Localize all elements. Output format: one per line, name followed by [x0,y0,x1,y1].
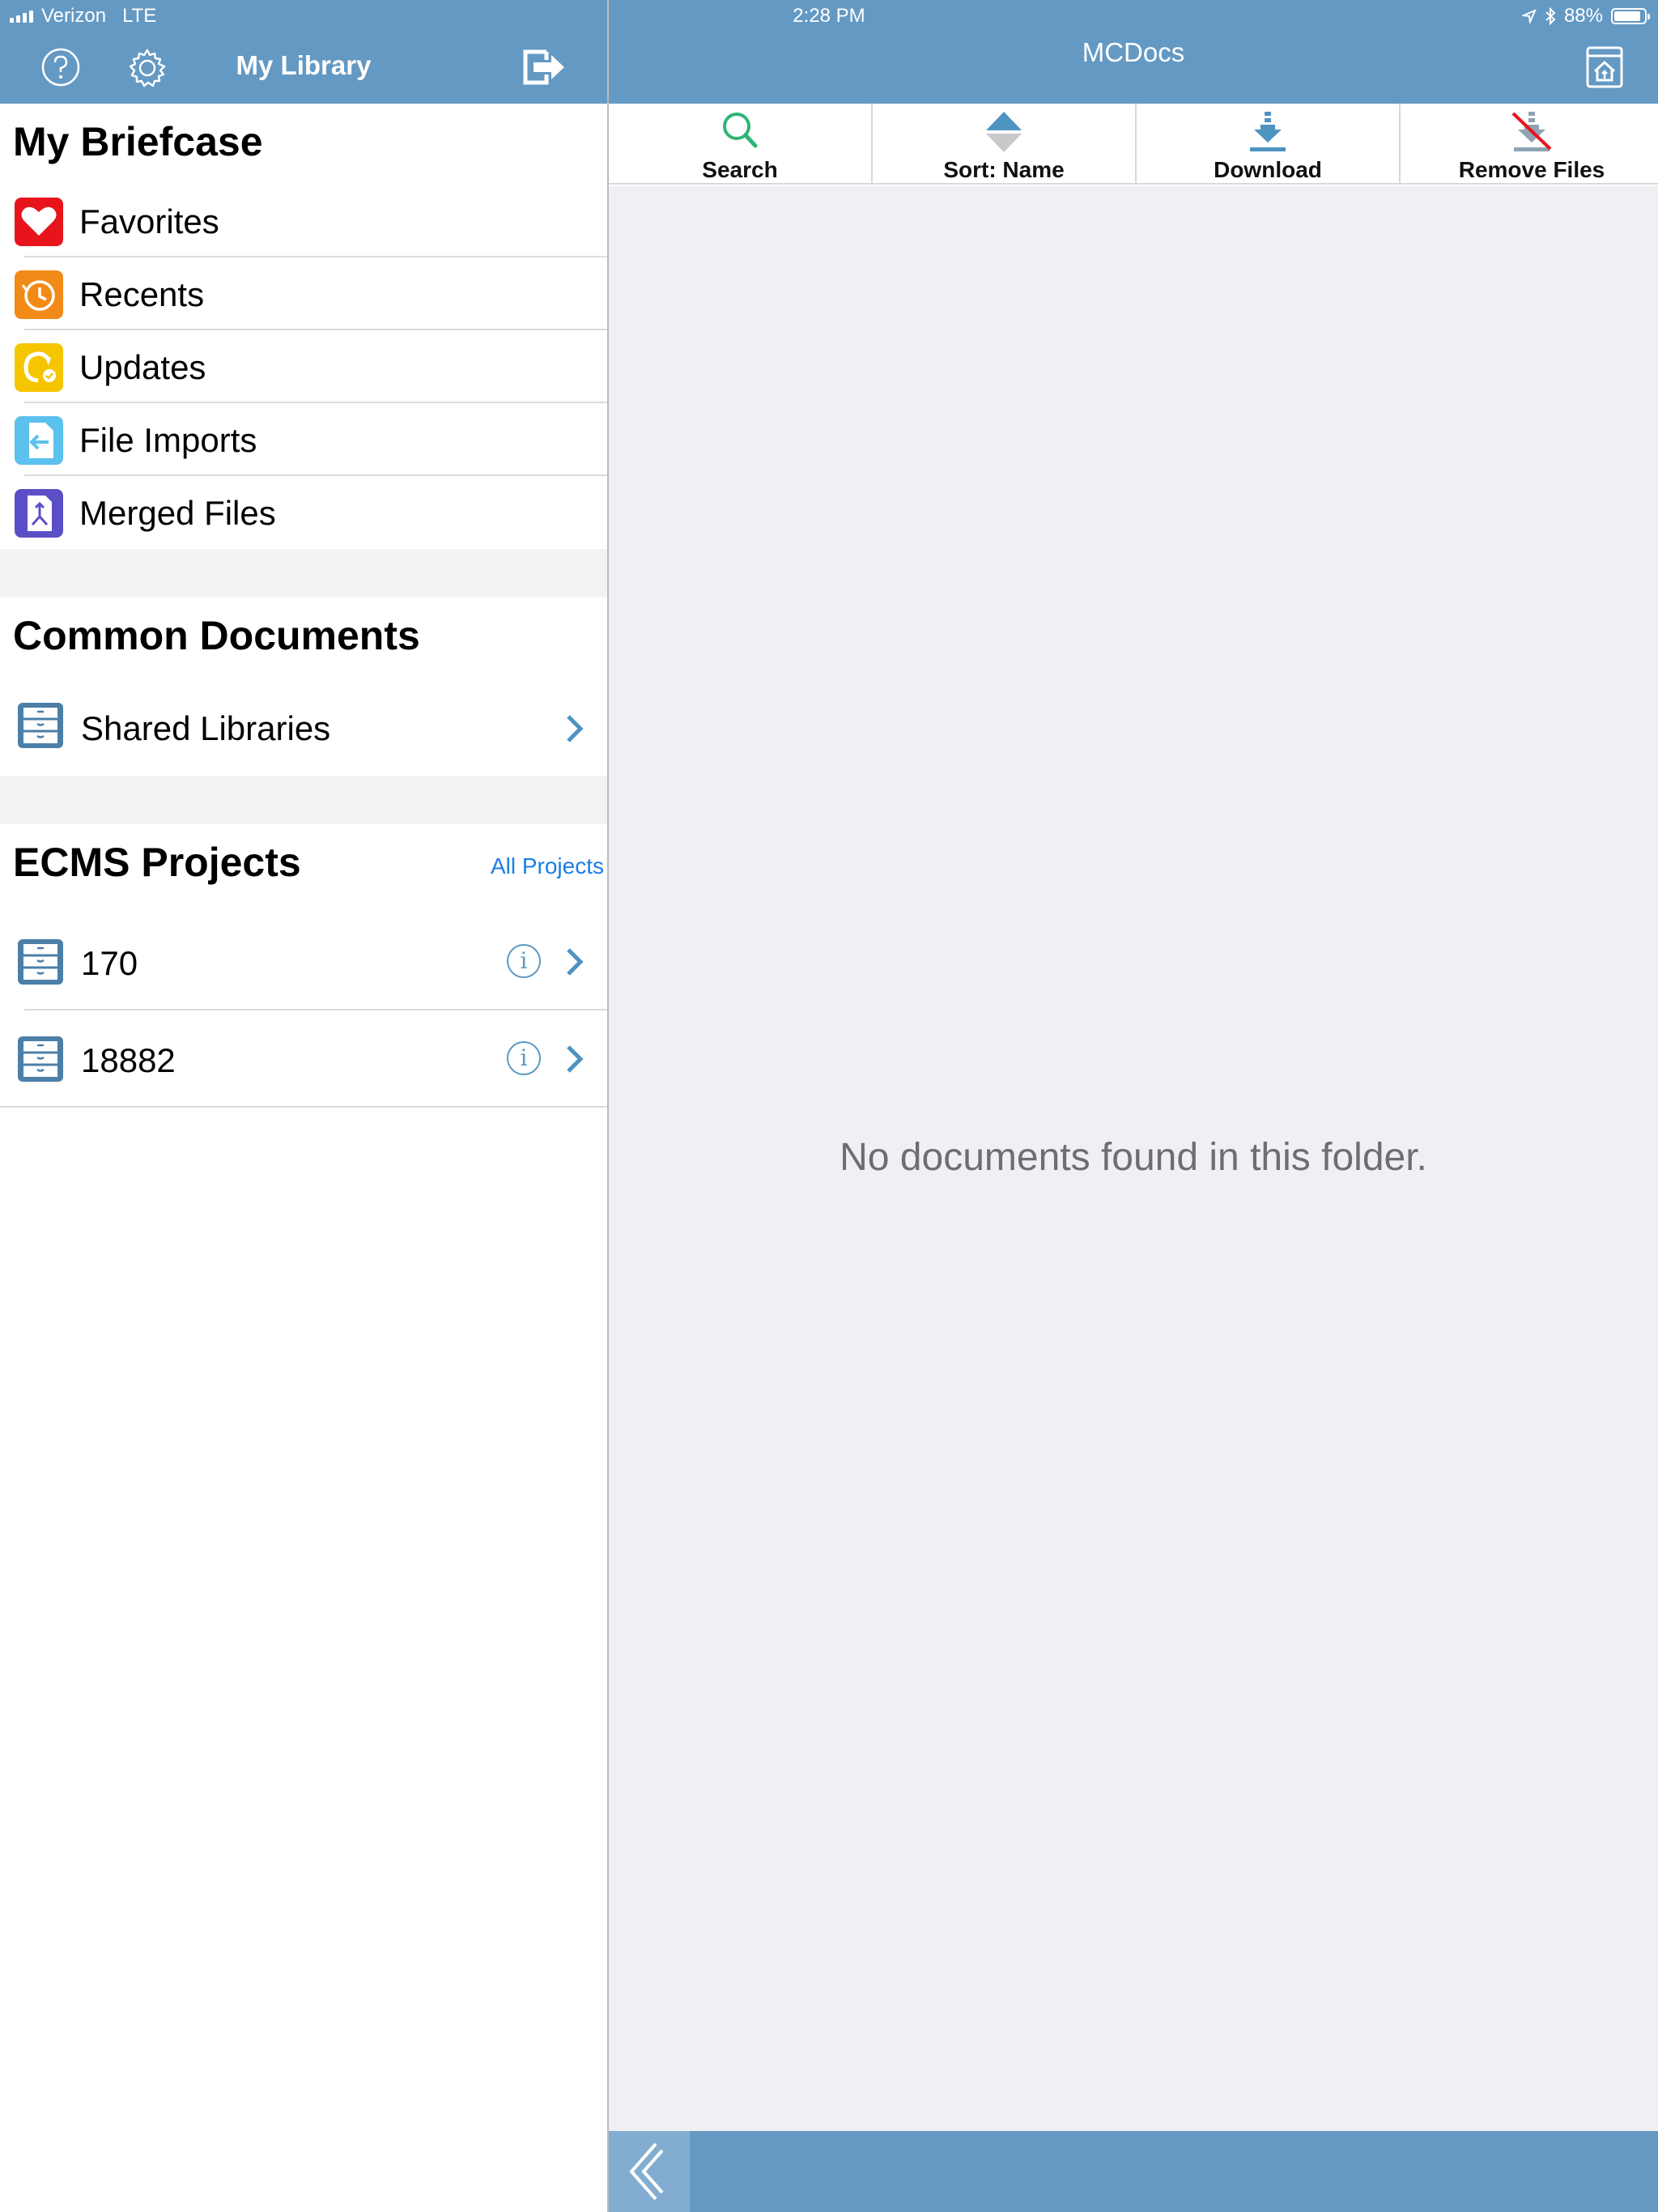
remove-files-button[interactable]: Remove Files [1401,104,1658,185]
search-button[interactable]: Search [609,104,871,185]
project-row[interactable]: 18882 i [0,1010,607,1108]
refresh-icon [15,343,63,392]
briefcase-item-file-imports[interactable]: File Imports [0,403,607,476]
battery-percent: 88% [1563,5,1603,27]
cabinet-icon [18,703,63,748]
briefcase-item-label: Updates [79,348,206,386]
info-icon[interactable]: i [507,944,541,978]
cabinet-icon [18,939,63,985]
clock: 2:28 PM [793,5,865,27]
status-bar: Verizon LTE 2:28 PM 88% [0,0,1658,32]
chevron-left-icon [629,2142,664,2201]
sort-label: Sort: Name [943,157,1065,182]
project-label: 18882 [81,1041,176,1079]
section-spacer [0,776,607,824]
settings-icon[interactable] [126,47,168,89]
merge-icon [15,489,63,538]
remove-download-icon [1511,112,1552,151]
heart-icon [15,198,63,246]
right-nav-title: MCDocs [1082,37,1185,67]
cabinet-icon [18,1036,63,1082]
download-icon [1250,112,1286,151]
projects-title: ECMS Projects [13,840,301,885]
clock-icon [15,270,63,319]
left-nav-title: My Library [236,50,372,80]
search-icon [723,113,758,148]
logout-icon[interactable] [522,49,566,86]
battery-icon [1611,8,1650,24]
back-button[interactable] [609,2131,690,2212]
all-projects-link[interactable]: All Projects [491,853,604,879]
document-list-area: No documents found in this folder. [609,186,1658,2131]
briefcase-title: My Briefcase [13,119,263,164]
briefcase-item-label: Favorites [79,202,219,240]
briefcase-item-recents[interactable]: Recents [0,257,607,330]
chevron-right-icon[interactable] [565,714,585,743]
common-documents-title: Common Documents [13,613,420,658]
download-button[interactable]: Download [1137,104,1399,185]
help-icon[interactable] [40,47,81,87]
bottom-bar [609,2131,1658,2212]
info-icon[interactable]: i [507,1041,541,1075]
empty-state-message: No documents found in this folder. [840,1136,1427,1179]
download-label: Download [1214,157,1322,182]
remove-files-label: Remove Files [1458,157,1605,182]
briefcase-item-favorites[interactable]: Favorites [0,185,607,257]
briefcase-item-label: File Imports [79,421,257,459]
import-icon [15,416,63,465]
chevron-right-icon[interactable] [565,1044,585,1074]
top-bar: Verizon LTE 2:28 PM 88% My Library MCDoc… [0,0,1658,104]
briefcase-item-merged-files[interactable]: Merged Files [0,476,607,549]
section-spacer [0,549,607,598]
sort-icon [986,112,1022,152]
search-label: Search [702,157,778,182]
shared-libraries-label: Shared Libraries [81,709,331,747]
briefcase-item-updates[interactable]: Updates [0,330,607,403]
bluetooth-icon [1545,7,1556,25]
project-row[interactable]: 170 i [0,913,607,1010]
home-icon[interactable] [1585,45,1624,89]
action-toolbar: Search Sort: Name Download Remove Files [609,104,1658,185]
sort-button[interactable]: Sort: Name [873,104,1135,185]
project-label: 170 [81,944,138,982]
shared-libraries-row[interactable]: Shared Libraries [0,687,607,768]
chevron-right-icon[interactable] [565,947,585,976]
briefcase-item-label: Merged Files [79,494,276,532]
location-icon [1521,9,1537,23]
briefcase-item-label: Recents [79,275,205,313]
